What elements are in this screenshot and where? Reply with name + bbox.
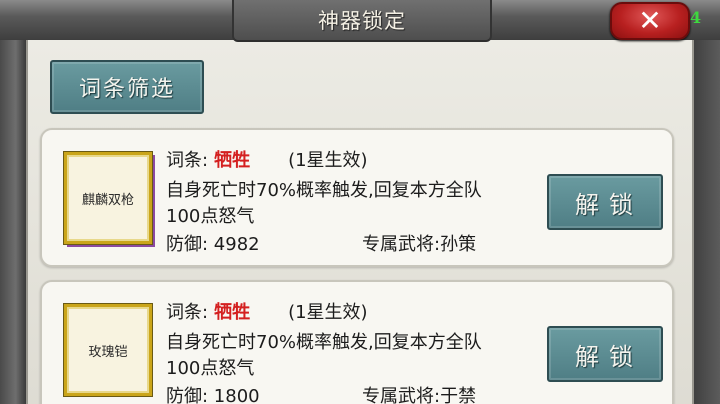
entry-label: 词条: xyxy=(166,150,209,171)
unlock-label: 解锁 xyxy=(575,342,643,371)
right-background xyxy=(690,0,720,404)
left-background xyxy=(0,0,26,404)
filter-entries-label: 词条筛选 xyxy=(78,77,175,102)
artifact-icon-frame: 麒麟双枪 xyxy=(64,152,152,244)
defense-value: 防御: 4982 xyxy=(166,234,260,255)
entry-star-requirement: (1星生效) xyxy=(288,302,368,323)
calligraphy-decoration xyxy=(40,0,90,40)
defense-value: 防御: 1800 xyxy=(166,386,260,404)
entry-name: 牺牲 xyxy=(214,302,251,323)
entry-line: 词条: 牺牲 (1星生效) xyxy=(166,298,368,324)
title-plate: 神器锁定 xyxy=(232,0,492,42)
artifact-icon-frame: 玫瑰铠 xyxy=(64,304,152,396)
entry-star-requirement: (1星生效) xyxy=(288,150,368,171)
unlock-button[interactable]: 解锁 xyxy=(547,174,663,230)
description-line-1: 自身死亡时70%概率触发,回复本方全队 xyxy=(166,180,482,201)
entry-name: 牺牲 xyxy=(214,150,251,171)
description-line-2: 100点怒气 xyxy=(166,206,255,227)
artifact-lock-screen: 神器锁定 ✕ 4 词条筛选 麒麟双枪 词条: 牺牲 (1星生效) 自身死亡时70%概… xyxy=(0,0,720,404)
description-line-2: 100点怒气 xyxy=(166,358,255,379)
artifact-name: 玫瑰铠 xyxy=(88,344,128,360)
unlock-button[interactable]: 解锁 xyxy=(547,326,663,382)
artifact-card: 麒麟双枪 词条: 牺牲 (1星生效) 自身死亡时70%概率触发,回复本方全队 100… xyxy=(40,128,674,267)
page-title: 神器锁定 xyxy=(318,9,406,33)
artifact-name: 麒麟双枪 xyxy=(81,192,134,208)
entry-label: 词条: xyxy=(166,302,209,323)
description-line-1: 自身死亡时70%概率触发,回复本方全队 xyxy=(166,332,482,353)
entry-line: 词条: 牺牲 (1星生效) xyxy=(166,146,368,172)
artifact-card: 玫瑰铠 词条: 牺牲 (1星生效) 自身死亡时70%概率触发,回复本方全队 100点… xyxy=(40,280,674,404)
exclusive-general: 专属武将:于禁 xyxy=(362,386,477,404)
close-x-icon: ✕ xyxy=(638,4,662,37)
exclusive-general: 专属武将:孙策 xyxy=(362,234,477,255)
close-button[interactable]: ✕ xyxy=(610,2,690,40)
corner-number: 4 xyxy=(690,8,702,27)
unlock-label: 解锁 xyxy=(575,190,643,219)
filter-entries-button[interactable]: 词条筛选 xyxy=(50,60,204,114)
